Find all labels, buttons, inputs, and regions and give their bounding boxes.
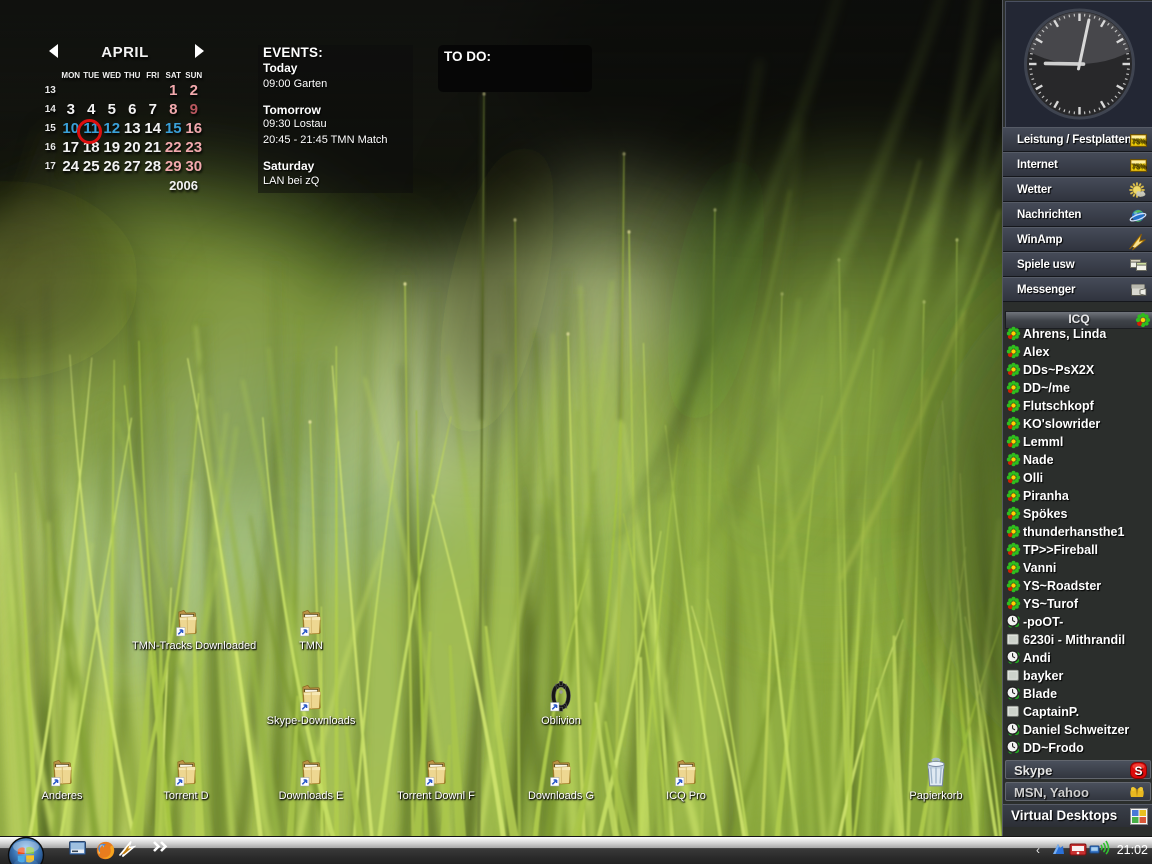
svg-text:S: S xyxy=(1134,764,1142,778)
svg-text:75%: 75% xyxy=(1131,137,1146,146)
svg-text:75%: 75% xyxy=(1131,162,1146,171)
